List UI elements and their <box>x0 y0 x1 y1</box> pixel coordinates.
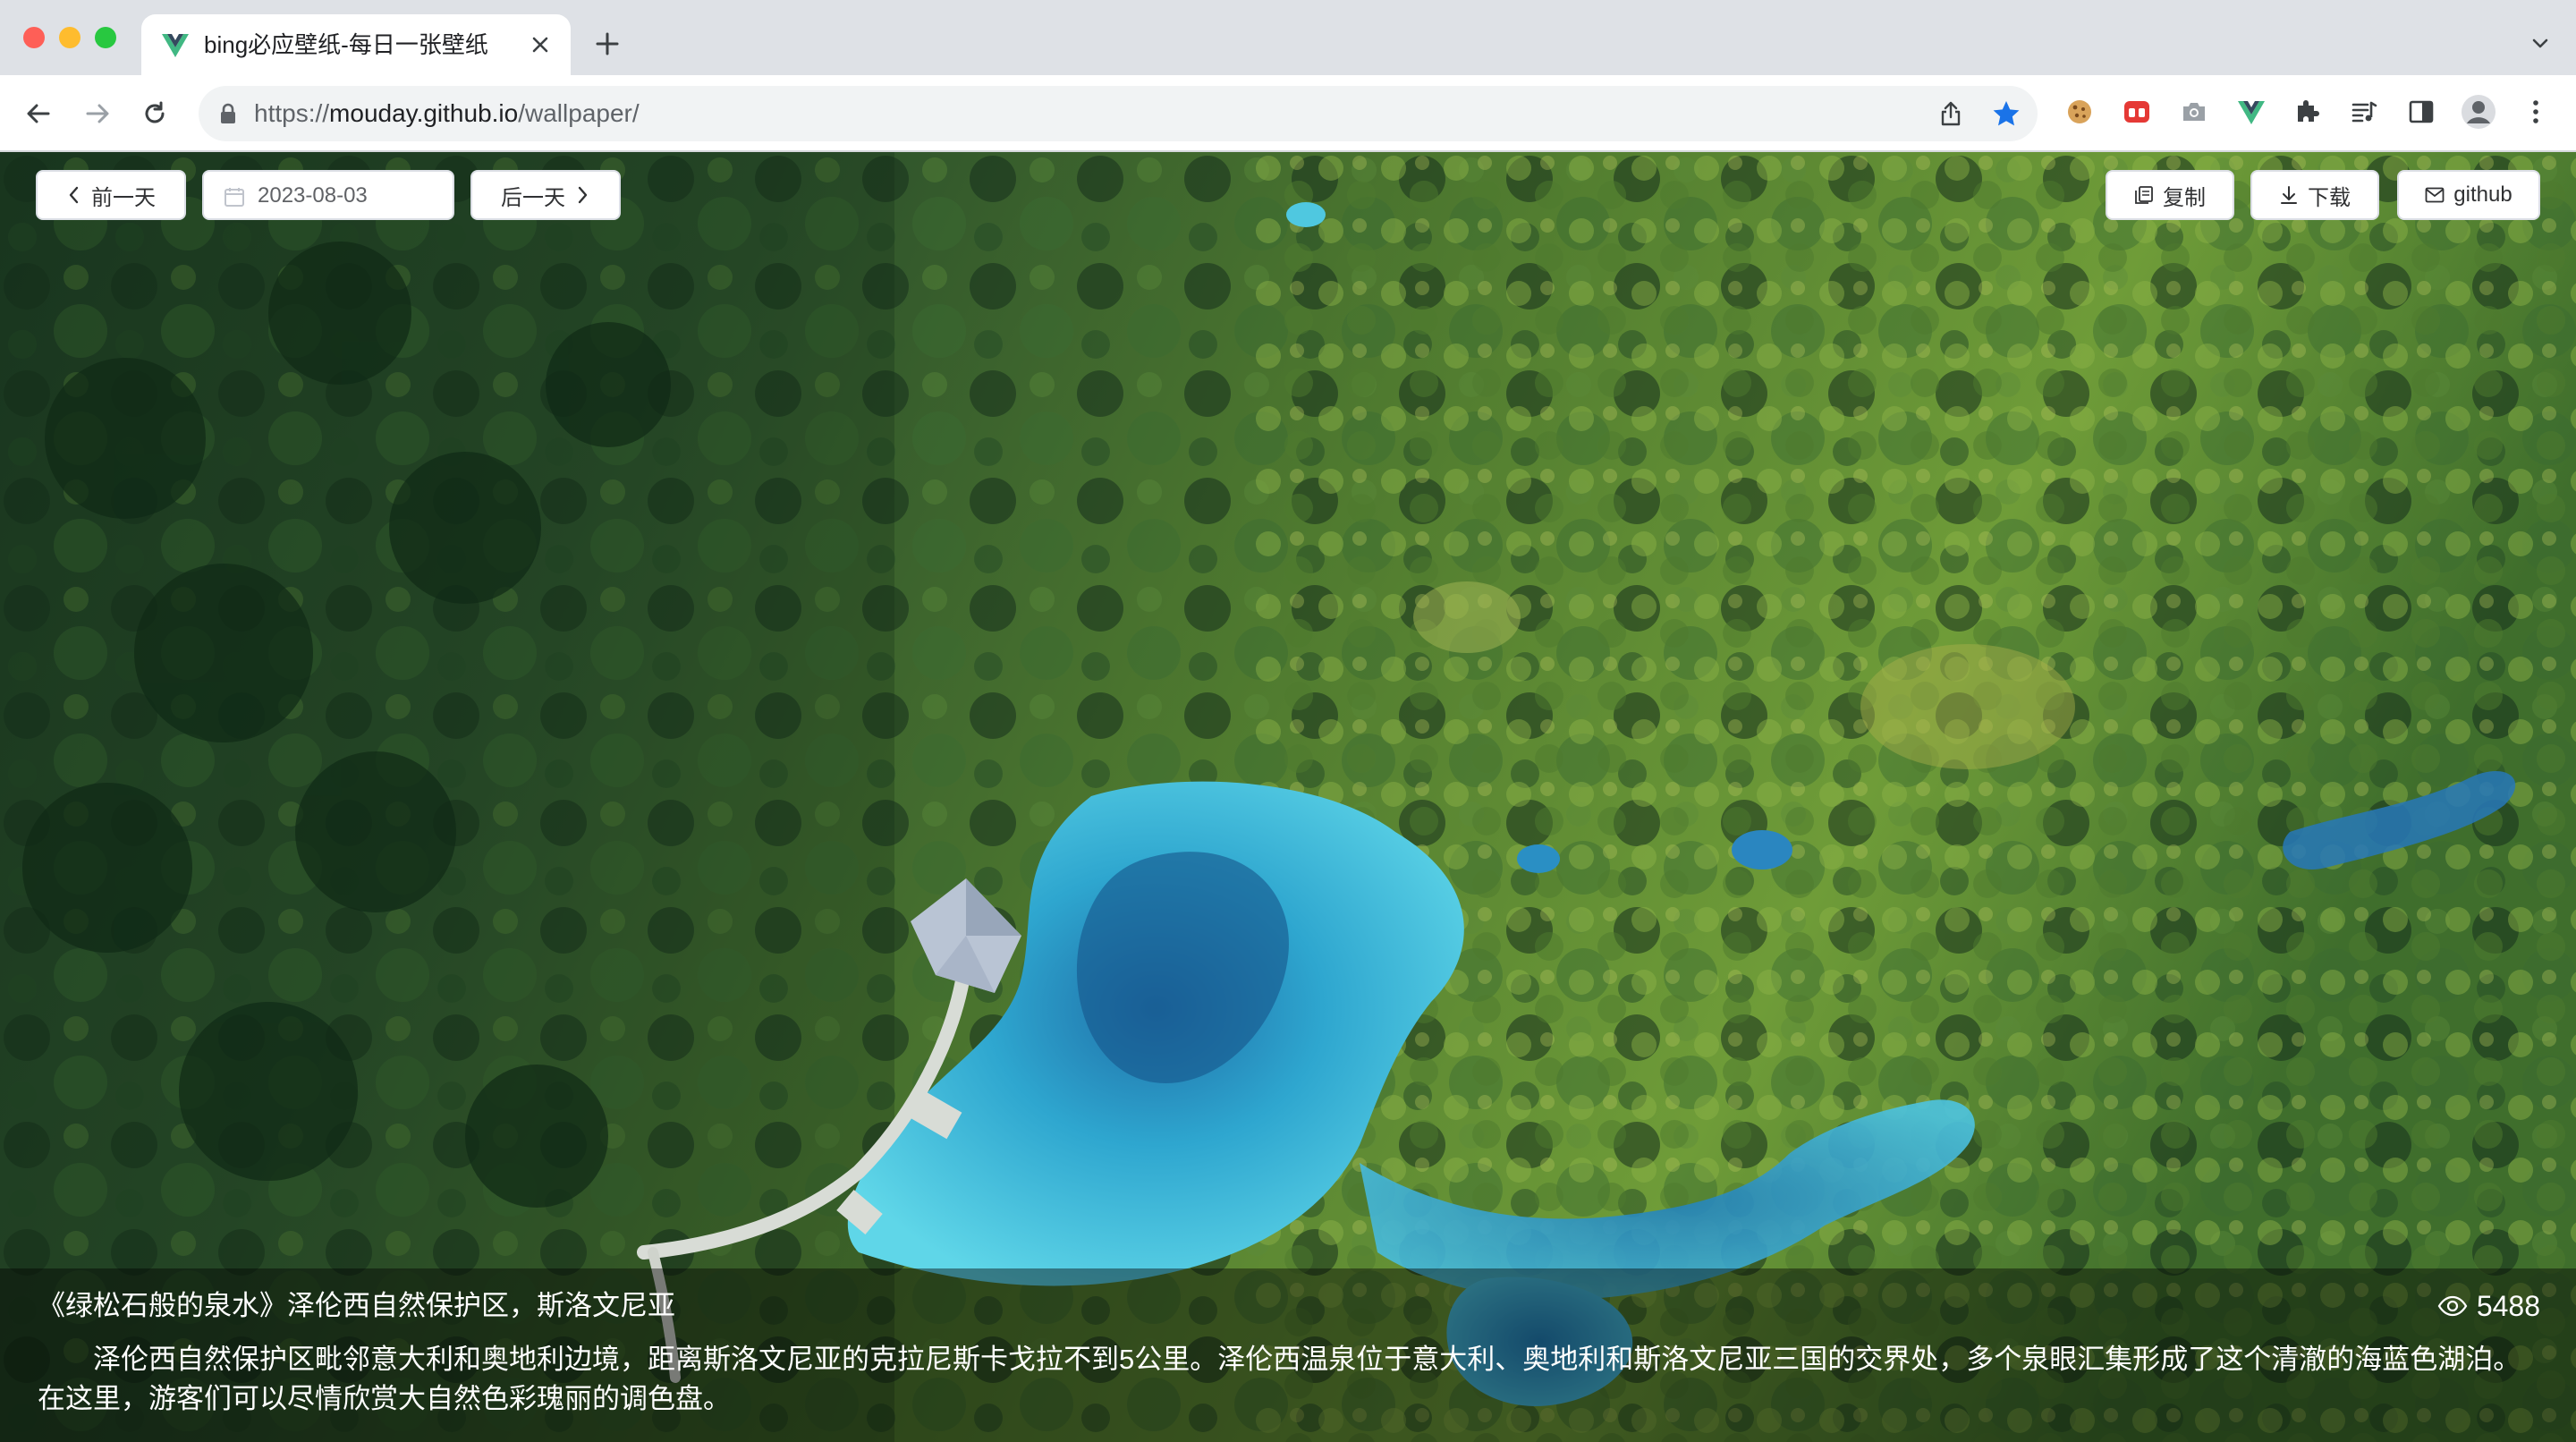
window-maximize-button[interactable] <box>95 27 116 48</box>
vue-devtools-icon <box>2238 101 2265 124</box>
plus-icon <box>596 32 619 55</box>
download-label: 下载 <box>2308 185 2351 210</box>
bookmark-button[interactable] <box>1987 95 2025 132</box>
menu-dots-icon <box>2533 100 2538 123</box>
arrow-right-icon <box>86 104 109 123</box>
download-icon <box>2281 186 2297 204</box>
window-close-button[interactable] <box>23 27 45 48</box>
url-path: /wallpaper/ <box>518 99 640 127</box>
vue-logo-icon <box>162 34 189 57</box>
copy-label: 复制 <box>2163 185 2206 210</box>
profile-button[interactable] <box>2460 93 2497 131</box>
download-button[interactable]: 下载 <box>2250 170 2379 220</box>
puzzle-icon <box>2298 100 2319 122</box>
wallpaper-page: 前一天 后一天 复制 下载 github <box>0 152 2576 1442</box>
new-tab-button[interactable] <box>587 23 628 64</box>
camera-icon <box>2183 103 2205 121</box>
lock-icon[interactable] <box>215 100 242 127</box>
wallpaper-description: 泽伦西自然保护区毗邻意大利和奥地利边境，距离斯洛文尼亚的克拉尼斯卡戈拉不到5公里… <box>38 1344 2521 1414</box>
chrome-menu-button[interactable] <box>2517 93 2555 131</box>
wallpaper-image <box>0 152 2576 1442</box>
extensions-button[interactable] <box>2288 93 2326 131</box>
view-count: 5488 <box>2437 1288 2540 1324</box>
red-extension-button[interactable] <box>2118 93 2156 131</box>
copy-button[interactable]: 复制 <box>2106 170 2234 220</box>
tab-title: bing必应壁纸-每日一张壁纸 <box>204 31 488 58</box>
github-button[interactable]: github <box>2397 170 2540 220</box>
chevron-right-icon <box>578 186 588 204</box>
view-count-value: 5488 <box>2476 1290 2540 1322</box>
address-bar[interactable]: https://mouday.github.io/wallpaper/ <box>199 86 2038 141</box>
bookmark-star-icon <box>1993 101 2020 126</box>
calendar-icon <box>225 188 244 207</box>
wallpaper-title: 《绿松石般的泉水》泽伦西自然保护区，斯洛文尼亚 <box>38 1290 675 1321</box>
url-text[interactable]: https://mouday.github.io/wallpaper/ <box>254 99 640 128</box>
date-field[interactable] <box>258 181 436 211</box>
cookie-icon <box>2068 100 2091 123</box>
window-minimize-button[interactable] <box>59 27 80 48</box>
reading-list-button[interactable] <box>2345 93 2383 131</box>
url-scheme: https:// <box>254 99 330 127</box>
cookie-extension-button[interactable] <box>2061 93 2098 131</box>
reload-button[interactable] <box>134 93 175 134</box>
chevron-left-icon <box>69 186 79 204</box>
previous-day-label: 前一天 <box>91 185 156 210</box>
wallpaper-info-panel: 《绿松石般的泉水》泽伦西自然保护区，斯洛文尼亚 5488 泽伦西自然保护区毗邻意… <box>0 1268 2576 1442</box>
tab-search-button[interactable] <box>2522 25 2558 61</box>
tab-close-button[interactable] <box>522 27 558 63</box>
back-button[interactable] <box>18 93 59 134</box>
profile-icon <box>2462 95 2496 129</box>
chevron-down-icon <box>2532 38 2548 48</box>
eye-icon <box>2437 1295 2468 1317</box>
side-panel-button[interactable] <box>2402 93 2440 131</box>
share-button[interactable] <box>1932 95 1970 132</box>
share-icon <box>1941 101 1961 126</box>
forward-button[interactable] <box>77 93 118 134</box>
side-panel-icon <box>2409 100 2434 123</box>
red-extension-icon <box>2124 101 2149 123</box>
reload-icon <box>145 101 165 123</box>
browser-tab-active[interactable]: bing必应壁纸-每日一张壁纸 <box>141 14 571 75</box>
close-icon <box>532 37 548 53</box>
copy-icon <box>2135 186 2153 204</box>
previous-day-button[interactable]: 前一天 <box>36 170 186 220</box>
next-day-button[interactable]: 后一天 <box>470 170 621 220</box>
vue-devtools-button[interactable] <box>2233 93 2270 131</box>
arrow-left-icon <box>27 104 50 123</box>
screenshot-extension-button[interactable] <box>2175 93 2213 131</box>
github-label: github <box>2453 182 2512 207</box>
date-picker[interactable] <box>202 170 454 220</box>
next-day-label: 后一天 <box>501 185 565 210</box>
url-host: mouday.github.io <box>329 99 519 127</box>
reading-list-icon <box>2351 101 2377 123</box>
browser-tab-strip: bing必应壁纸-每日一张壁纸 <box>0 0 2576 75</box>
mail-icon <box>2425 187 2445 203</box>
